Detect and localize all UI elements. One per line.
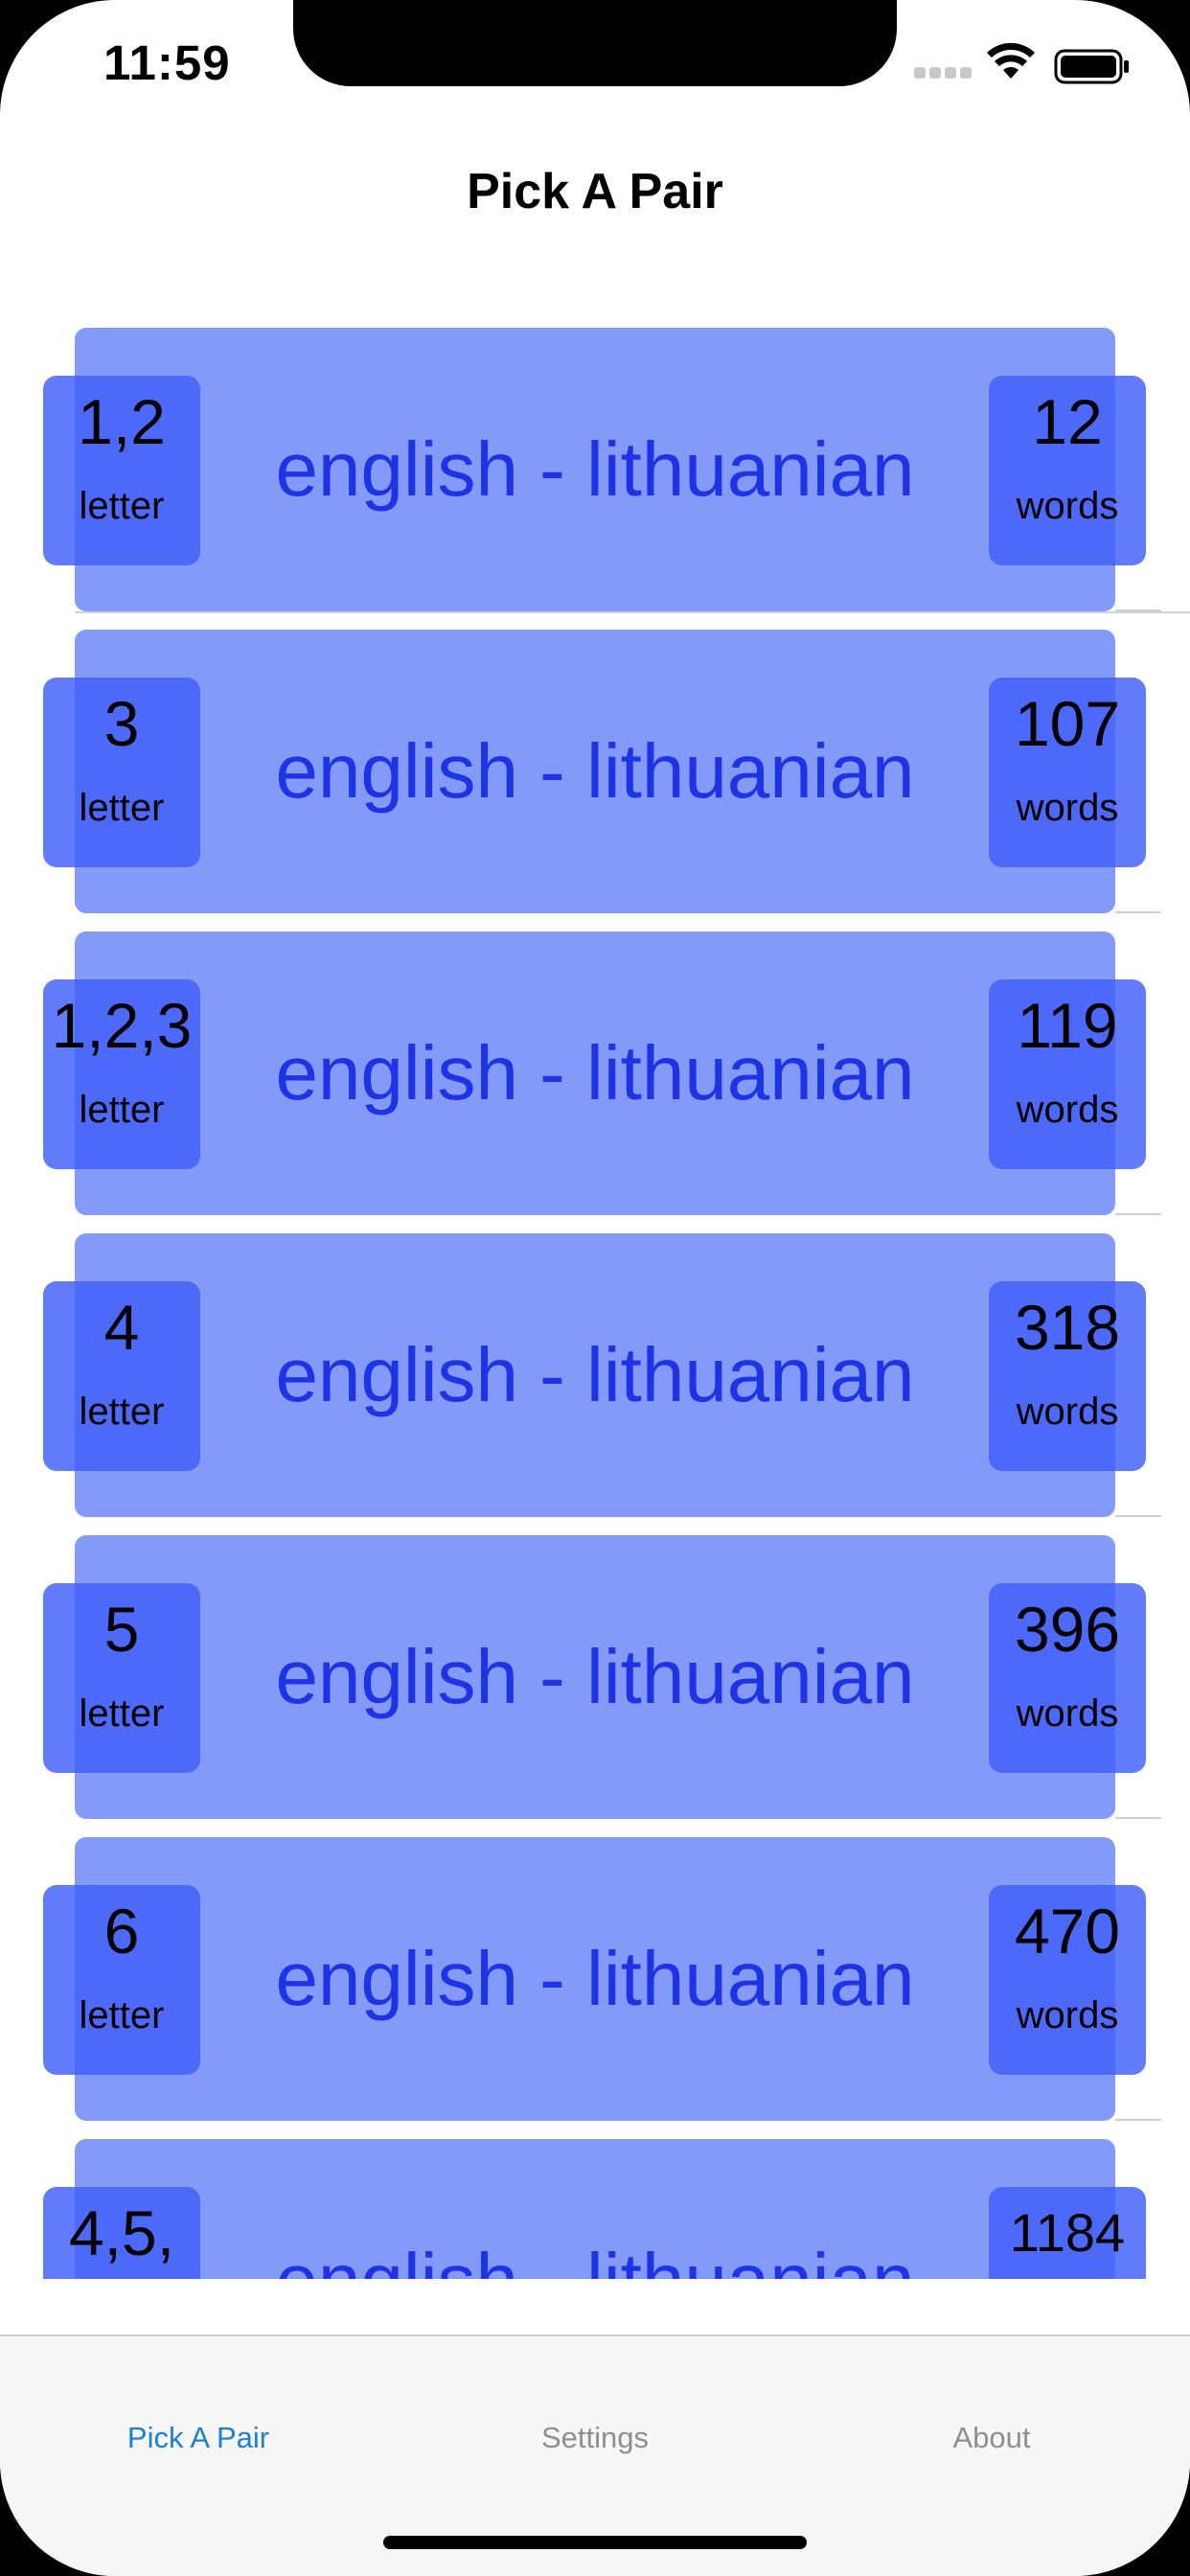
word-count-unit: words [1016, 1089, 1119, 1131]
letters-badge: 1,2,3 letter [43, 979, 200, 1169]
word-count-value: 119 [1017, 990, 1118, 1061]
word-count-unit: words [1016, 1994, 1119, 2036]
word-count-value: 396 [1014, 1594, 1121, 1665]
row-divider [1115, 2119, 1161, 2121]
word-count-value: 318 [1014, 1292, 1121, 1363]
tab-about[interactable]: About [793, 2421, 1190, 2455]
word-count-badge: 470 words [989, 1885, 1146, 2075]
tab-pick-a-pair[interactable]: Pick A Pair [0, 2421, 397, 2455]
letters-value: 4 [103, 1292, 140, 1363]
letters-unit: letter [79, 1994, 165, 2036]
pair-title: english - lithuanian [75, 2139, 1115, 2279]
letters-badge: 1,2 letter [43, 376, 200, 565]
status-time: 11:59 [103, 35, 231, 90]
page-title: Pick A Pair [467, 164, 723, 219]
word-count-value: 12 [1032, 386, 1103, 457]
letters-value: 3 [103, 688, 140, 759]
row-divider [1115, 610, 1161, 611]
list-item[interactable]: english - lithuanian 1,2,3 letter 119 wo… [0, 857, 1190, 1215]
word-count-value: 107 [1014, 688, 1121, 759]
word-count-unit: words [1016, 1692, 1119, 1735]
list-item[interactable]: english - lithuanian 1,2 letter 12 words [0, 253, 1190, 613]
word-count-value: 1184 [1009, 2202, 1126, 2263]
word-count-badge: 1184 words [989, 2187, 1146, 2279]
battery-icon [1054, 49, 1129, 84]
letters-badge: 3 letter [43, 678, 200, 867]
list-item[interactable]: english - lithuanian 3 letter 107 words [0, 555, 1190, 913]
list-item[interactable]: english - lithuanian 5 letter 396 words [0, 1460, 1190, 1819]
word-count-value: 470 [1014, 1896, 1121, 1966]
letters-unit: letter [79, 1089, 165, 1131]
letters-badge: 5 letter [43, 1583, 200, 1773]
word-count-badge: 119 words [989, 979, 1146, 1169]
row-divider [1115, 1213, 1161, 1215]
phone-screen: 11:59 Pick A Pair english - lithuanian 1… [0, 0, 1190, 2576]
row-divider [1115, 1515, 1161, 1517]
row-divider [1115, 1817, 1161, 1819]
list-item[interactable]: english - lithuanian 4,5, letter 1184 wo… [0, 2064, 1190, 2279]
word-count-badge: 107 words [989, 678, 1146, 867]
letters-value: 1,2 [78, 386, 166, 457]
letters-unit: letter [79, 787, 165, 829]
word-count-unit: words [1016, 787, 1119, 829]
word-count-badge: 12 words [989, 376, 1146, 565]
list-item[interactable]: english - lithuanian 4 letter 318 words [0, 1159, 1190, 1517]
tab-settings[interactable]: Settings [397, 2421, 793, 2455]
home-indicator[interactable] [383, 2536, 807, 2549]
list-item[interactable]: english - lithuanian 6 letter 470 words [0, 1762, 1190, 2121]
letters-unit: letter [79, 1692, 165, 1735]
word-count-badge: 318 words [989, 1281, 1146, 1471]
word-count-unit: words [1016, 485, 1119, 527]
navigation-bar: Pick A Pair [0, 125, 1190, 255]
letters-badge: 4 letter [43, 1281, 200, 1471]
row-divider [1115, 911, 1161, 913]
word-count-unit: words [1016, 1391, 1119, 1433]
letters-value: 6 [103, 1896, 140, 1966]
wifi-icon [987, 42, 1035, 79]
letters-badge: 6 letter [43, 1885, 200, 2075]
letters-value: 1,2,3 [51, 990, 193, 1061]
letters-value: 4,5, [68, 2197, 175, 2268]
pair-list[interactable]: english - lithuanian 1,2 letter 12 words… [0, 253, 1190, 2279]
letters-unit: letter [79, 1391, 165, 1433]
word-count-badge: 396 words [989, 1583, 1146, 1773]
letters-badge: 4,5, letter [43, 2187, 200, 2279]
cellular-signal-icon [914, 67, 972, 80]
device-notch [293, 0, 897, 86]
letters-value: 5 [103, 1594, 140, 1665]
letters-unit: letter [79, 485, 165, 527]
